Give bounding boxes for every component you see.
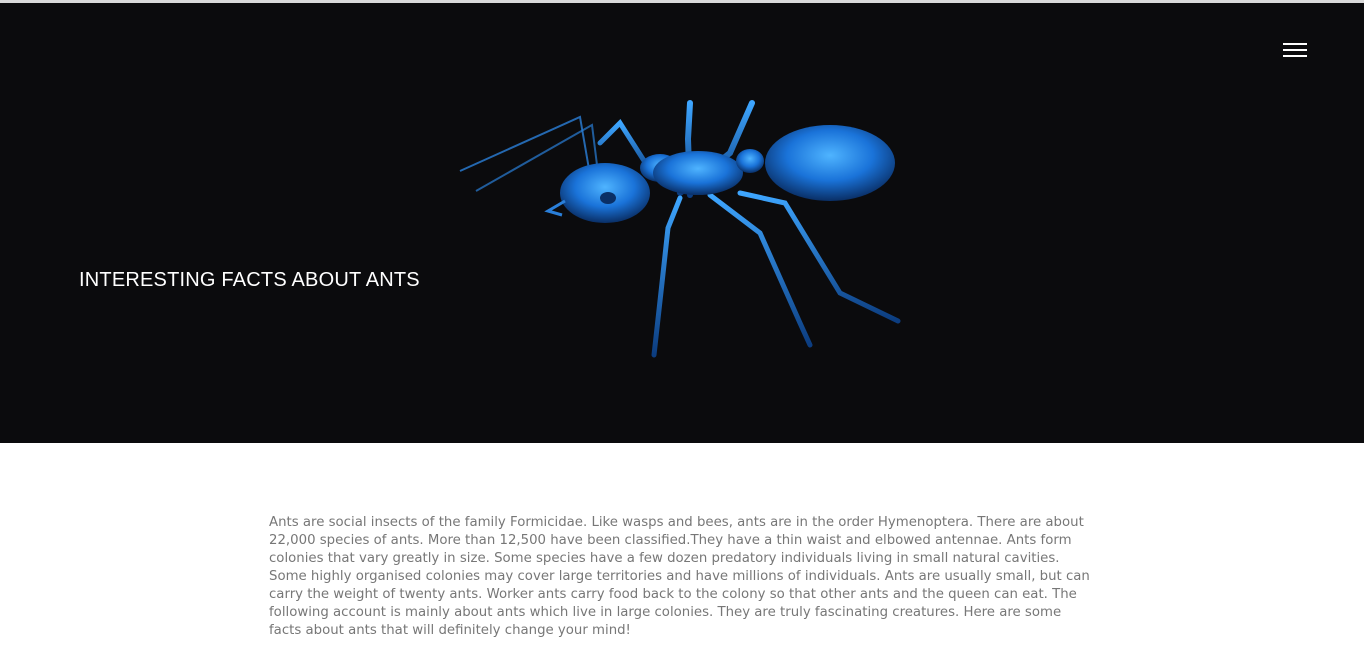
hero-section: INTERESTING FACTS ABOUT ANTS <box>0 3 1364 443</box>
menu-bar <box>1283 43 1307 45</box>
menu-bar <box>1283 55 1307 57</box>
hero-title: INTERESTING FACTS ABOUT ANTS <box>79 269 420 291</box>
hamburger-menu-button[interactable] <box>1282 41 1308 61</box>
menu-bar <box>1283 49 1307 51</box>
ant-illustration <box>459 100 901 358</box>
main-content: Ants are social insects of the family Fo… <box>269 514 1095 640</box>
intro-paragraph: Ants are social insects of the family Fo… <box>269 515 1090 638</box>
